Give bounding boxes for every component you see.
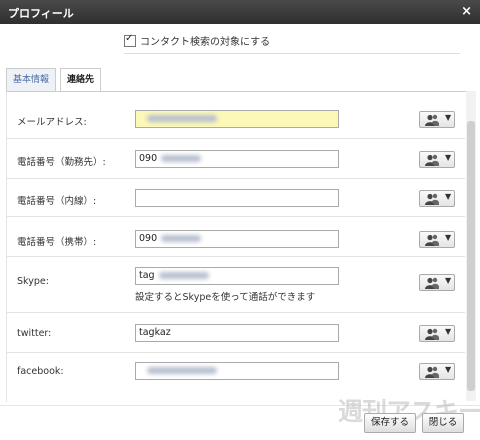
chevron-down-icon: ▼ <box>445 276 452 285</box>
skype-label: Skype: <box>17 276 49 287</box>
people-icon <box>425 193 439 205</box>
work-phone-value: 090 <box>139 153 158 164</box>
tab-basic-info[interactable]: 基本情報 <box>6 68 57 91</box>
skype-field[interactable]: tag <box>135 267 339 285</box>
twitter-visibility-button[interactable]: ▼ <box>419 325 455 342</box>
mobile-phone-value: 090 <box>139 233 158 244</box>
mobile-phone-field[interactable]: 090 <box>135 230 339 248</box>
redacted-text <box>161 155 202 162</box>
search-visibility-label: コンタクト検索の対象にする <box>140 37 271 48</box>
tab-contact[interactable]: 連絡先 <box>60 68 102 92</box>
extension-visibility-button[interactable]: ▼ <box>419 190 455 207</box>
email-visibility-button[interactable]: ▼ <box>419 111 455 128</box>
close-icon[interactable]: × <box>461 4 472 19</box>
twitter-value: tagkaz <box>139 327 171 338</box>
row-extension: 電話番号（内線）: ▼ <box>7 178 465 217</box>
scrollbar[interactable] <box>466 91 476 401</box>
people-icon <box>425 234 439 246</box>
row-work-phone: 電話番号（勤務先）: 090 ▼ <box>7 138 465 179</box>
extension-label: 電話番号（内線）: <box>17 196 97 207</box>
email-label: メールアドレス: <box>17 117 87 128</box>
close-button[interactable]: 閉じる <box>422 413 464 433</box>
redacted-text <box>147 367 217 374</box>
redacted-text <box>147 115 217 122</box>
chevron-down-icon: ▼ <box>445 113 452 122</box>
mobile-phone-label: 電話番号（携帯）: <box>17 237 97 248</box>
people-icon <box>425 114 439 126</box>
redacted-text <box>161 235 202 242</box>
dialog-titlebar: プロフィール × <box>0 0 480 24</box>
work-phone-visibility-button[interactable]: ▼ <box>419 151 455 168</box>
save-button[interactable]: 保存する <box>364 413 416 433</box>
contact-panel: メールアドレス: ▼ 電話番号（勤務先）: 090 ▼ 電話番号（内線）: ▼ … <box>6 91 467 402</box>
chevron-down-icon: ▼ <box>445 233 452 242</box>
people-icon <box>425 366 439 378</box>
people-icon <box>425 277 439 289</box>
facebook-label: facebook: <box>17 366 64 377</box>
email-field[interactable] <box>135 110 339 128</box>
chevron-down-icon: ▼ <box>445 365 452 374</box>
people-icon <box>425 154 439 166</box>
chevron-down-icon: ▼ <box>445 327 452 336</box>
facebook-field[interactable] <box>135 362 339 380</box>
mobile-phone-visibility-button[interactable]: ▼ <box>419 231 455 248</box>
twitter-label: twitter: <box>17 328 52 339</box>
skype-value: tag <box>139 270 155 281</box>
skype-visibility-button[interactable]: ▼ <box>419 274 455 291</box>
people-icon <box>425 328 439 340</box>
row-mobile-phone: 電話番号（携帯）: 090 ▼ <box>7 216 465 257</box>
chevron-down-icon: ▼ <box>445 192 452 201</box>
dialog-title: プロフィール <box>8 7 74 20</box>
search-visibility-checkbox[interactable] <box>124 33 136 47</box>
work-phone-label: 電話番号（勤務先）: <box>17 157 106 168</box>
scrollbar-thumb[interactable] <box>467 121 475 391</box>
skype-helper-text: 設定するとSkypeを使って通話ができます <box>135 292 316 303</box>
row-skype: Skype: tag 設定するとSkypeを使って通話ができます ▼ <box>7 256 465 313</box>
row-email: メールアドレス: ▼ <box>7 92 465 139</box>
chevron-down-icon: ▼ <box>445 153 452 162</box>
redacted-text <box>158 272 209 279</box>
twitter-field[interactable]: tagkaz <box>135 324 339 342</box>
facebook-visibility-button[interactable]: ▼ <box>419 363 455 380</box>
row-twitter: twitter: tagkaz ▼ <box>7 312 465 353</box>
search-visibility-toggle[interactable]: コンタクト検索の対象にする <box>124 33 270 48</box>
divider <box>124 53 460 54</box>
work-phone-field[interactable]: 090 <box>135 150 339 168</box>
extension-field[interactable] <box>135 189 339 207</box>
